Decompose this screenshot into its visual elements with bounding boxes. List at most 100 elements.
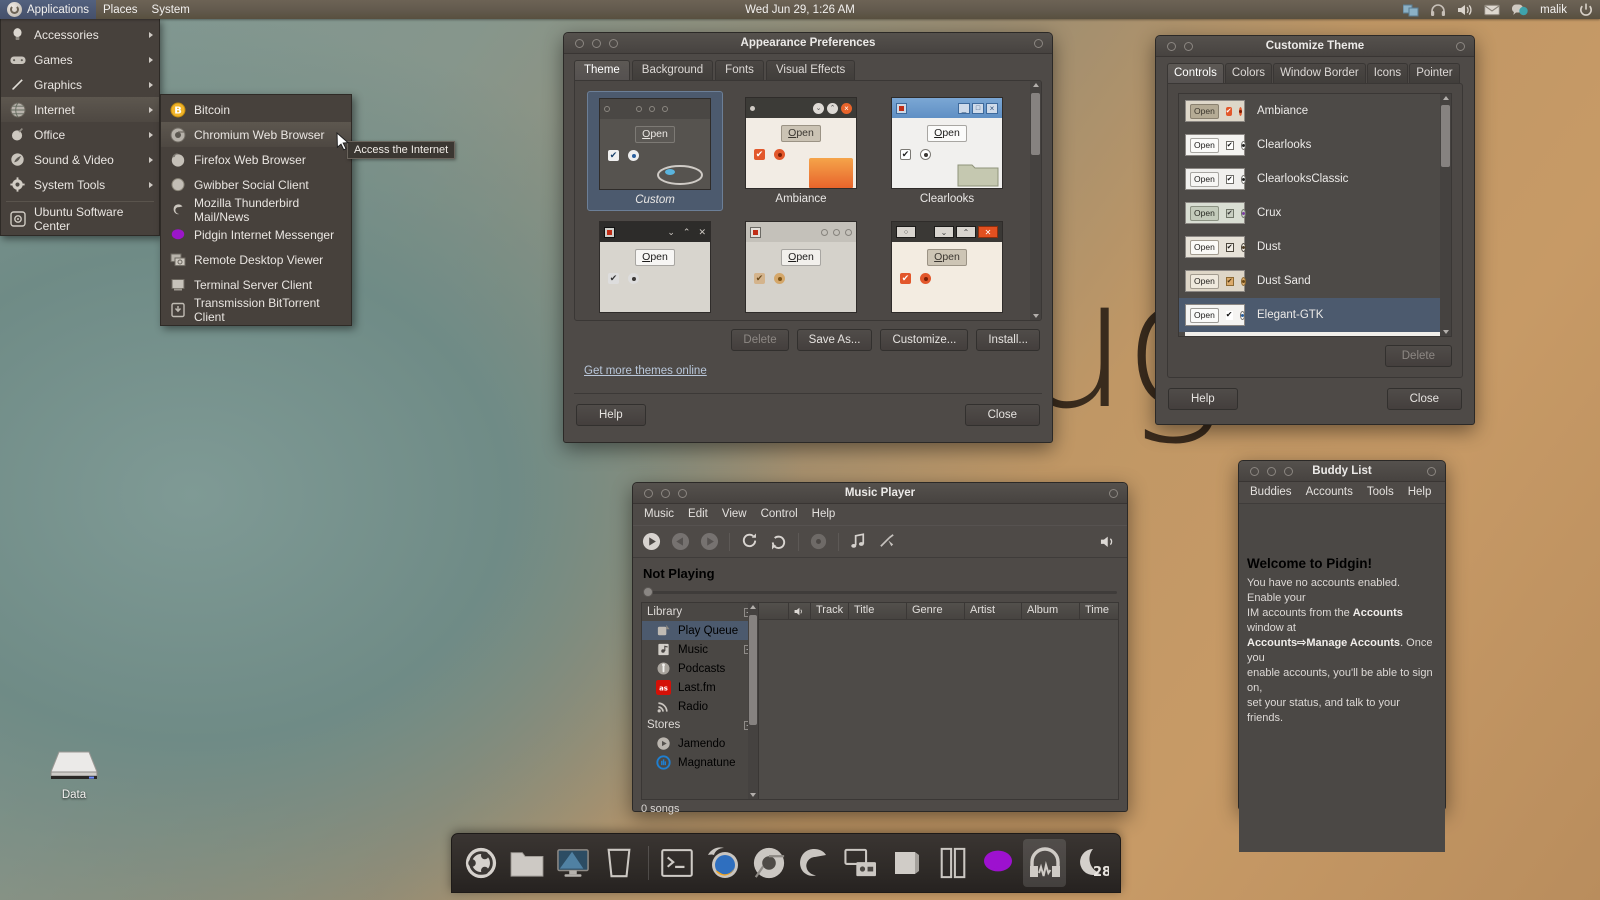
dock-item-ubuntu-menu[interactable] [460,839,503,887]
theme-cell-radiance[interactable]: ○ ⌄ ⌃ ✕ Open ✔ [879,215,1015,317]
dock-item-chromium[interactable] [748,839,791,887]
tab-fonts[interactable]: Fonts [715,60,764,80]
theme-cell-ambiance[interactable]: ⌄ ⌃ × Open ✔ Ambiance [733,91,869,211]
sidebar-item-magnatune[interactable]: Magnatune [642,753,758,772]
save-as-button[interactable]: Save As... [796,329,873,351]
window-menu-icon[interactable] [1109,488,1118,498]
close-button[interactable]: Close [1386,388,1462,410]
minimize-icon[interactable] [592,38,601,48]
submenu-item-bitcoin[interactable]: B Bitcoin [161,97,351,122]
submenu-item-transmission-bittorrent-client[interactable]: Transmission BitTorrent Client [161,296,351,324]
menu-edit[interactable]: Edit [681,506,715,522]
sidebar-item-play-queue[interactable]: Play Queue [642,621,758,640]
scroll-up-arrow-icon[interactable] [1032,83,1039,87]
music-player-titlebar[interactable]: Music Player [633,483,1127,504]
scroll-up-arrow-icon[interactable] [750,605,756,609]
menu-control[interactable]: Control [754,506,805,522]
minimize-icon[interactable] [661,488,670,498]
sidebar-item-radio[interactable]: Radio [642,697,758,716]
submenu-item-pidgin-internet-messenger[interactable]: Pidgin Internet Messenger [161,222,351,247]
menu-help[interactable]: Help [1401,484,1439,500]
menu-item-ubuntu-software-center[interactable]: Ubuntu Software Center [1,205,159,233]
submenu-item-gwibber-social-client[interactable]: Gwibber Social Client [161,172,351,197]
menu-accounts[interactable]: Accounts [1299,484,1360,500]
panel-menu-applications[interactable]: Applications [0,0,97,19]
workspace-switcher-icon[interactable] [1403,3,1419,17]
tab-visual-effects[interactable]: Visual Effects [765,60,856,80]
dock-item-book[interactable] [931,839,974,887]
scrollbar-thumb[interactable] [1031,93,1040,155]
controls-list[interactable]: Open ✔ Ambiance Open ✔ Clearlooks Open ✔… [1178,93,1452,337]
column-album[interactable]: Album [1022,603,1080,619]
theme-cell-light[interactable]: Open ✔ [733,215,869,317]
sidebar-item-music[interactable]: Music + [642,640,758,659]
control-row-dust-sand[interactable]: Open ✔ Dust Sand [1179,264,1451,298]
dock-item-display[interactable] [552,839,595,887]
control-row-crux[interactable]: Open ✔ Crux [1179,196,1451,230]
visualization-icon[interactable] [849,532,868,551]
window-menu-icon[interactable] [1427,466,1436,476]
maximize-icon[interactable] [609,38,618,48]
submenu-item-remote-desktop-viewer[interactable]: Remote Desktop Viewer [161,247,351,272]
column-genre[interactable]: Genre [907,603,965,619]
close-icon[interactable] [644,488,653,498]
volume-icon[interactable] [1100,534,1117,549]
help-button[interactable]: Help [1168,388,1238,410]
window-menu-icon[interactable] [1034,38,1043,48]
scrollbar-thumb[interactable] [749,615,757,725]
control-row-elegant-gtk[interactable]: Open ✔ Elegant-GTK [1179,298,1451,332]
tab-window-border[interactable]: Window Border [1273,63,1366,83]
column-blank[interactable] [759,603,789,619]
sidebar-item-lastfm[interactable]: as Last.fm [642,678,758,697]
power-icon[interactable] [1578,3,1594,17]
maximize-icon[interactable] [1284,466,1293,476]
submenu-item-chromium-web-browser[interactable]: Chromium Web Browser [161,122,351,147]
theme-cell-custom[interactable]: Open ✔ Custom [587,91,723,211]
theme-scrollbar[interactable] [1030,81,1041,320]
dock-item-remote-desktop[interactable] [839,839,882,887]
dock-item-window[interactable] [885,839,928,887]
dock-item-trash[interactable] [598,839,641,887]
scroll-up-arrow-icon[interactable] [1442,96,1449,100]
track-list[interactable]: Track Title Genre Artist Album Time [759,602,1119,800]
stores-group-header[interactable]: Stores − [642,716,758,734]
next-icon[interactable] [700,532,719,551]
menu-view[interactable]: View [715,506,754,522]
submenu-item-mozilla-thunderbird[interactable]: Mozilla Thunderbird Mail/News [161,196,351,224]
party-mode-icon[interactable] [878,532,897,551]
window-menu-icon[interactable] [1456,41,1465,51]
dock-item-pidgin[interactable] [977,839,1020,887]
menu-item-system-tools[interactable]: System Tools [1,172,159,197]
column-time[interactable]: Time [1080,603,1118,619]
close-icon[interactable] [1167,41,1176,51]
close-icon[interactable] [1250,466,1259,476]
scroll-down-arrow-icon[interactable] [750,793,756,797]
delete-button[interactable]: Delete [1384,345,1452,367]
dock-item-files[interactable] [506,839,549,887]
menu-item-graphics[interactable]: Graphics [1,72,159,97]
customize-titlebar[interactable]: Customize Theme [1156,36,1474,57]
scrollbar-thumb[interactable] [1441,105,1450,167]
dock-item-thunderbird[interactable] [794,839,837,887]
menu-item-sound-video[interactable]: Sound & Video [1,147,159,172]
sidebar-item-jamendo[interactable]: Jamendo [642,734,758,753]
panel-clock[interactable]: Wed Jun 29, 1:26 AM [0,4,1600,16]
seek-slider[interactable] [643,587,1117,597]
controls-scrollbar[interactable] [1440,94,1451,336]
tab-colors[interactable]: Colors [1224,63,1273,83]
help-button[interactable]: Help [576,404,646,426]
theme-cell-dark[interactable]: ⌄ ⌃ ✕ Open ✔ [587,215,723,317]
close-button[interactable]: Close [964,404,1040,426]
tab-pointer[interactable]: Pointer [1409,63,1460,83]
column-playing-icon[interactable] [789,603,811,619]
dock-item-music-player[interactable] [1023,839,1067,887]
dock-item-firefox[interactable] [702,839,745,887]
column-artist[interactable]: Artist [965,603,1022,619]
sidebar-scrollbar[interactable] [748,603,758,799]
submenu-item-firefox-web-browser[interactable]: Firefox Web Browser [161,147,351,172]
control-row-clearlooks[interactable]: Open ✔ Clearlooks [1179,128,1451,162]
menu-item-accessories[interactable]: Accessories [1,22,159,47]
minimize-icon[interactable] [1267,466,1276,476]
delete-button[interactable]: Delete [731,329,789,351]
tab-controls[interactable]: Controls [1167,63,1224,83]
